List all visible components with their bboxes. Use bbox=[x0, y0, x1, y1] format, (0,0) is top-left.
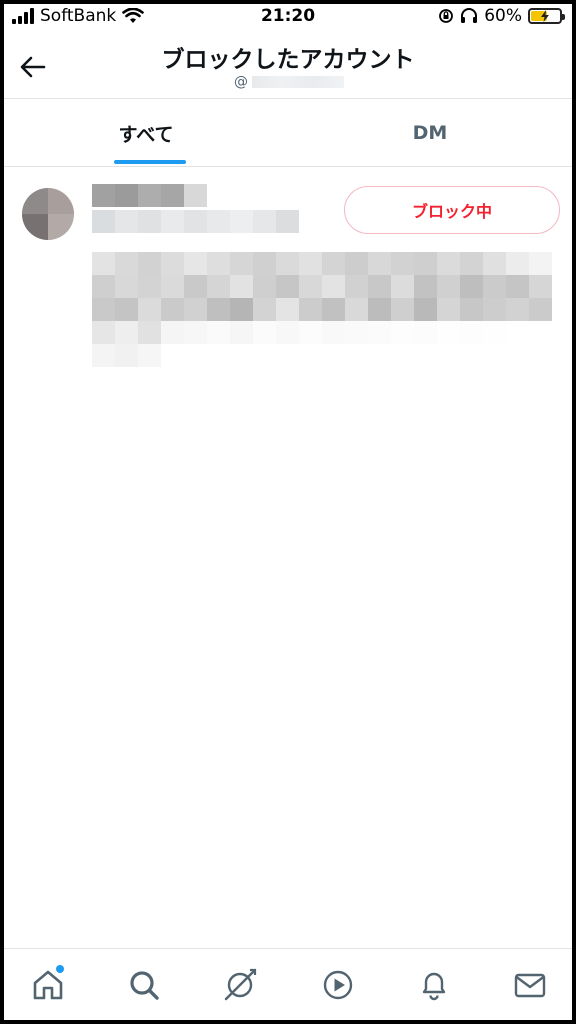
tab-all[interactable]: すべて bbox=[4, 100, 288, 166]
header-divider bbox=[4, 98, 572, 99]
account-name-redacted bbox=[92, 184, 207, 207]
blocked-account-row[interactable]: ブロック中 bbox=[4, 170, 572, 380]
account-handle: @ bbox=[234, 74, 344, 90]
tab-dm[interactable]: DM bbox=[288, 100, 572, 166]
battery-percent: 60% bbox=[484, 6, 522, 26]
tabs-divider bbox=[4, 166, 572, 167]
battery-charging-icon bbox=[528, 8, 565, 24]
page-title: ブロックしたアカウント bbox=[161, 47, 415, 73]
search-icon[interactable] bbox=[126, 967, 162, 1003]
headphones-icon bbox=[461, 8, 478, 23]
video-icon[interactable] bbox=[320, 967, 356, 1003]
tab-bar: すべて DM bbox=[4, 100, 572, 166]
bottom-nav bbox=[4, 948, 572, 1020]
handle-redacted bbox=[252, 76, 344, 88]
screen: SoftBank 21:20 60% ブロックしたアカウント @ すべて DM … bbox=[4, 4, 572, 1020]
status-bar: SoftBank 21:20 60% bbox=[4, 4, 572, 30]
messages-icon[interactable] bbox=[512, 967, 548, 1003]
orientation-lock-icon bbox=[439, 9, 454, 23]
header: ブロックしたアカウント @ bbox=[4, 30, 572, 98]
home-notification-dot bbox=[56, 965, 64, 973]
avatar[interactable] bbox=[22, 188, 74, 240]
account-handle-redacted bbox=[92, 210, 299, 233]
blocking-button[interactable]: ブロック中 bbox=[344, 186, 560, 234]
account-bio-redacted bbox=[92, 252, 552, 367]
tab-indicator bbox=[114, 160, 186, 164]
handle-at: @ bbox=[234, 74, 248, 90]
spaces-icon[interactable] bbox=[222, 967, 258, 1003]
notifications-icon[interactable] bbox=[416, 967, 452, 1003]
